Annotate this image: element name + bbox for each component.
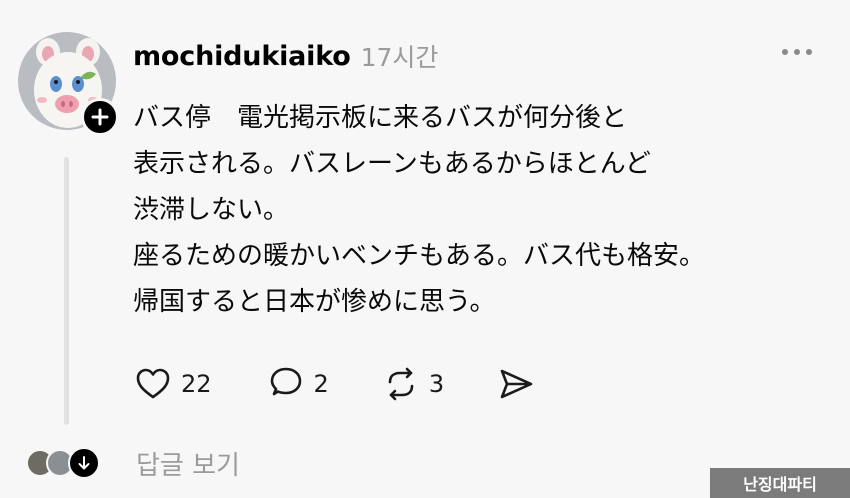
more-horizontal-icon — [782, 49, 788, 55]
watermark-text: 난징대파티 — [743, 475, 817, 494]
like-count: 22 — [181, 370, 212, 398]
share-button[interactable] — [496, 364, 536, 404]
comment-bubble-icon — [270, 367, 301, 396]
post-line: 帰国すると日本が惨めに思う。 — [133, 287, 496, 317]
post-header: mochidukiaiko 17시간 — [133, 34, 438, 78]
send-icon — [500, 369, 533, 399]
like-button[interactable]: 22 — [133, 364, 212, 404]
watermark: 난징대파티 — [710, 468, 850, 498]
expand-replies-button[interactable] — [68, 447, 100, 479]
post-text: バス停 電光掲示板に来るバスが何分後と 表示される。バスレーンもあるからほとんど… — [133, 95, 833, 325]
arrow-down-icon — [78, 456, 90, 470]
see-replies-row[interactable]: 답글 보기 — [26, 440, 240, 486]
reply-count: 2 — [313, 370, 329, 398]
more-button[interactable] — [782, 49, 812, 55]
repost-count: 3 — [428, 370, 445, 398]
action-bar: 22 2 3 — [133, 362, 536, 406]
post-line: 表示される。バスレーンもあるからほとんど — [133, 149, 651, 179]
username[interactable]: mochidukiaiko — [133, 41, 351, 72]
thread-line — [64, 157, 69, 425]
follow-button[interactable] — [81, 98, 119, 136]
repost-button[interactable]: 3 — [381, 364, 444, 404]
see-replies-link[interactable]: 답글 보기 — [136, 445, 240, 482]
reply-button[interactable]: 2 — [266, 364, 329, 404]
timestamp: 17시간 — [360, 43, 439, 72]
heart-icon — [136, 368, 170, 399]
post-line: 渋滞しない。 — [133, 195, 290, 225]
plus-icon — [91, 108, 109, 126]
post-line: 座るための暖かいベンチもある。バス代も格安。 — [133, 241, 706, 271]
replier-avatars — [26, 447, 100, 479]
post-line: バス停 電光掲示板に来るバスが何分後と — [133, 103, 628, 133]
repost-icon — [388, 367, 414, 401]
